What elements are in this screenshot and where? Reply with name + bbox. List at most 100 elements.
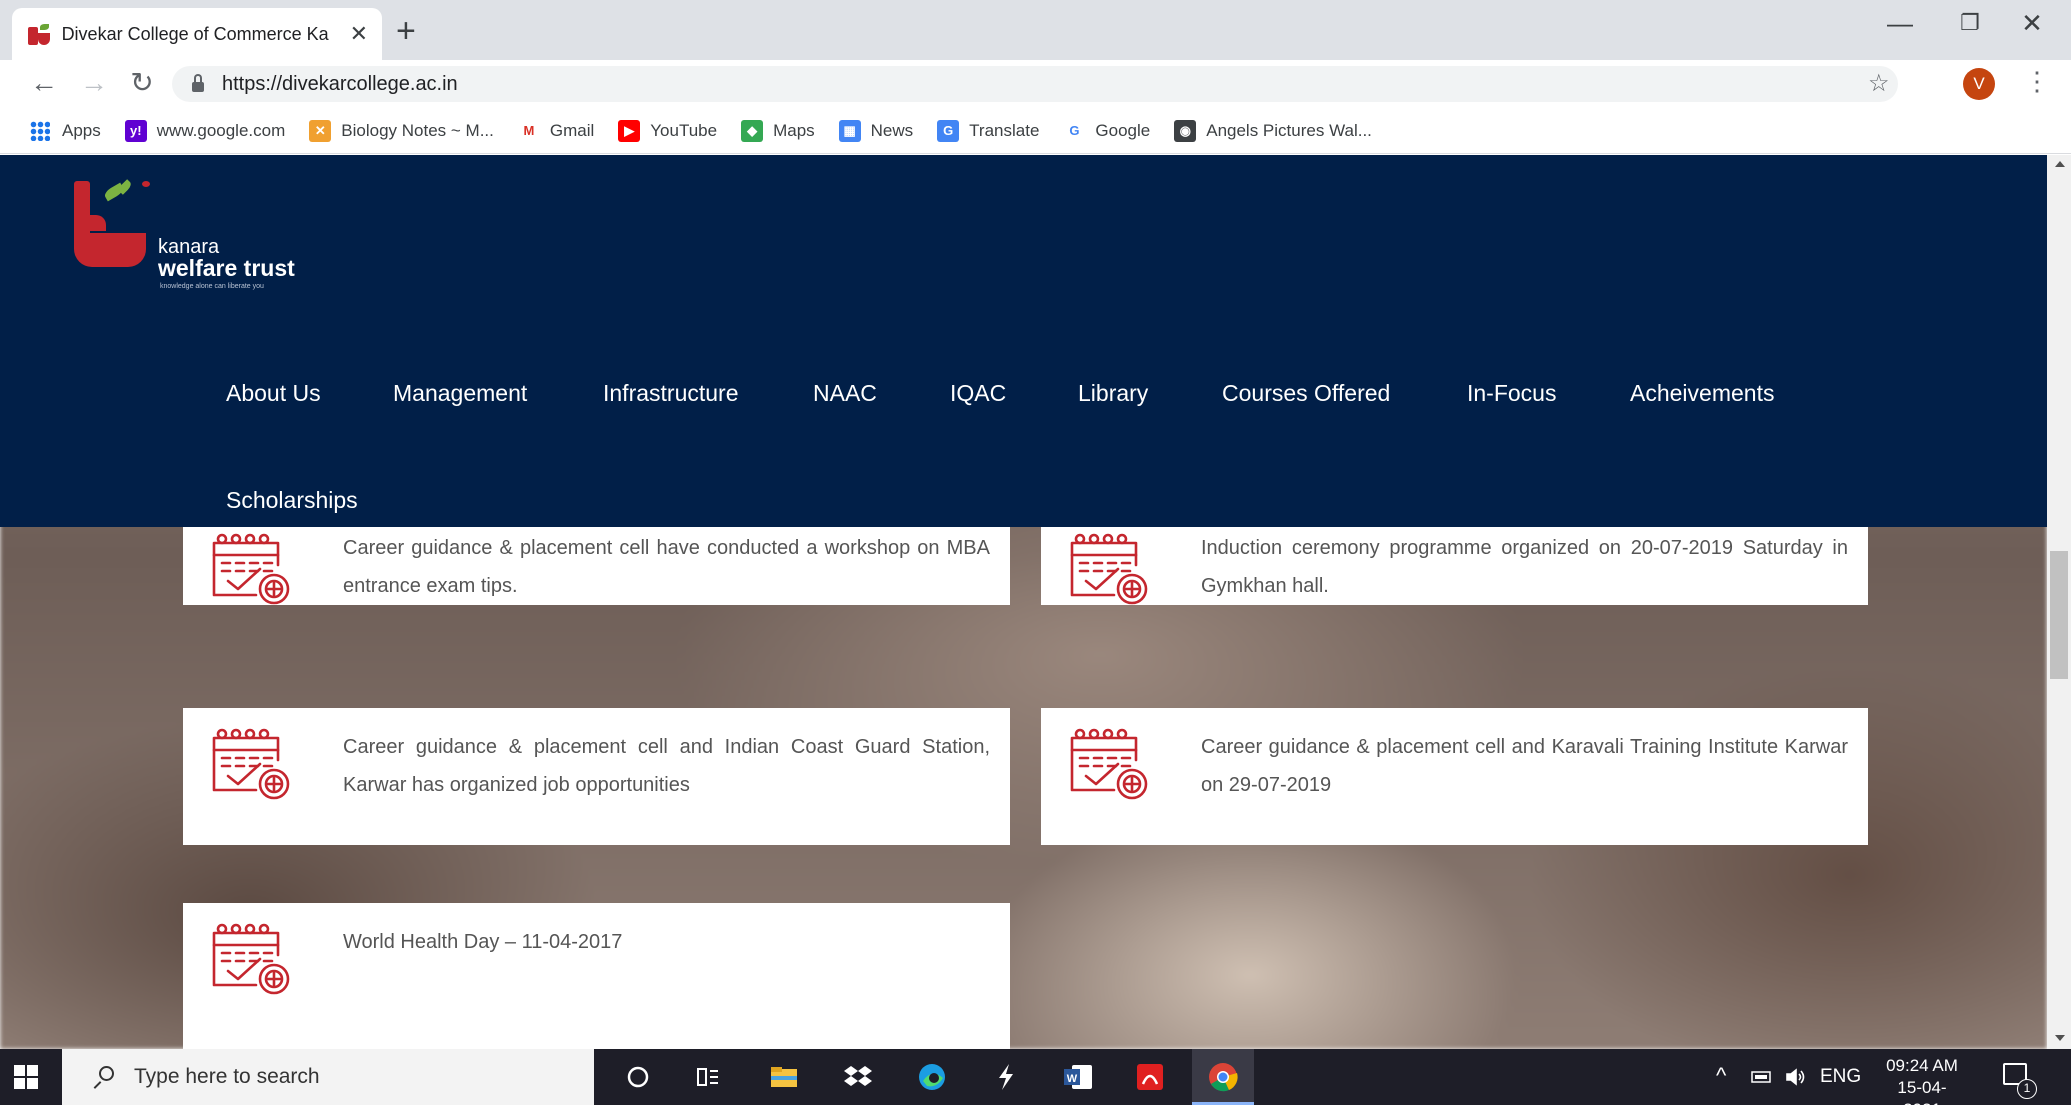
- kanara-welfare-trust-logo[interactable]: kanara welfare trust knowledge alone can…: [74, 179, 334, 291]
- svg-text:W: W: [1067, 1073, 1078, 1085]
- bookmark-item[interactable]: M Gmail: [517, 119, 594, 142]
- file-explorer-icon[interactable]: [768, 1061, 800, 1093]
- event-text: Induction ceremony programme organized o…: [1201, 537, 1848, 597]
- scroll-up-arrow-icon[interactable]: [2055, 161, 2065, 167]
- taskbar-search-placeholder: Type here to search: [134, 1065, 320, 1088]
- page-scrollbar[interactable]: [2047, 155, 2071, 1049]
- google-icon: G: [1063, 119, 1086, 142]
- clock-date: 15-04-2021: [1897, 1078, 1947, 1105]
- event-card[interactable]: Career guidance & placement cell and Kar…: [1041, 708, 1868, 845]
- browser-tab-active[interactable]: Divekar College of Commerce Ka ✕: [12, 8, 382, 60]
- nav-iqac[interactable]: IQAC: [950, 380, 1006, 407]
- edge-browser-icon[interactable]: [916, 1061, 948, 1093]
- speaker-icon[interactable]: [1780, 1061, 1812, 1093]
- chrome-icon[interactable]: [1207, 1061, 1239, 1093]
- apps-grid-icon: [30, 120, 50, 141]
- bookmark-item[interactable]: y! www.google.com: [124, 119, 286, 142]
- language-indicator[interactable]: ENG: [1820, 1066, 1861, 1088]
- taskbar-clock[interactable]: 09:24 AM 15-04-2021: [1882, 1055, 1962, 1105]
- nav-about-us[interactable]: About Us: [226, 380, 321, 407]
- nav-scholarships[interactable]: Scholarships: [226, 487, 358, 514]
- bookmark-item[interactable]: G Translate: [937, 119, 1040, 142]
- bookmark-label: Translate: [969, 120, 1040, 140]
- nav-management[interactable]: Management: [393, 380, 527, 407]
- bookmark-item[interactable]: G Google: [1063, 119, 1150, 142]
- bookmark-star-icon[interactable]: ☆: [1868, 72, 1890, 96]
- clock-time: 09:24 AM: [1886, 1056, 1958, 1075]
- lock-icon: [192, 74, 204, 92]
- windows-start-icon[interactable]: [14, 1065, 38, 1089]
- event-text: World Health Day – 11-04-2017: [343, 931, 623, 953]
- browser-tab-strip: Divekar College of Commerce Ka ✕ + — ❐ ✕: [0, 0, 2071, 60]
- tray-chevron-icon[interactable]: ^: [1716, 1063, 1726, 1089]
- calendar-icon: [212, 923, 290, 995]
- yahoo-icon: y!: [124, 119, 147, 142]
- translate-icon: G: [937, 119, 960, 142]
- profile-avatar[interactable]: V: [1963, 68, 1995, 100]
- forward-arrow-icon[interactable]: →: [76, 66, 112, 100]
- event-text: Career guidance & placement cell have co…: [343, 537, 990, 597]
- bookmark-label: www.google.com: [156, 120, 286, 140]
- maps-icon: ◆: [741, 119, 764, 142]
- calendar-icon: [212, 533, 290, 605]
- nav-courses-offered[interactable]: Courses Offered: [1222, 380, 1390, 407]
- winamp-icon[interactable]: [990, 1061, 1022, 1093]
- news-icon: ▦: [838, 119, 861, 142]
- nav-achievements[interactable]: Acheivements: [1630, 380, 1774, 407]
- bookmark-item[interactable]: Apps: [30, 120, 101, 141]
- bookmark-label: News: [870, 120, 914, 140]
- bookmark-label: Biology Notes ~ M...: [341, 120, 494, 140]
- biology-notes-icon: ✕: [309, 119, 332, 142]
- microsoft-word-icon[interactable]: W: [1062, 1061, 1094, 1093]
- event-card[interactable]: Induction ceremony programme organized o…: [1041, 527, 1868, 605]
- page-viewport: kanara welfare trust knowledge alone can…: [0, 155, 2047, 1049]
- browser-menu-icon[interactable]: ⋮: [2024, 66, 2050, 97]
- bookmark-item[interactable]: ✕ Biology Notes ~ M...: [309, 119, 494, 142]
- calendar-icon: [1070, 728, 1148, 800]
- event-text: Career guidance & placement cell and Ind…: [343, 736, 990, 796]
- nav-in-focus[interactable]: In-Focus: [1467, 380, 1556, 407]
- calendar-icon: [212, 728, 290, 800]
- scroll-down-arrow-icon[interactable]: [2055, 1035, 2065, 1041]
- event-text: Career guidance & placement cell and Kar…: [1201, 736, 1848, 796]
- event-card[interactable]: Career guidance & placement cell and Ind…: [183, 708, 1010, 845]
- back-arrow-icon[interactable]: ←: [26, 66, 62, 100]
- window-minimize-button[interactable]: —: [1880, 8, 1920, 39]
- new-tab-button[interactable]: +: [396, 14, 416, 48]
- bookmark-item[interactable]: ▦ News: [838, 119, 914, 142]
- site-header: kanara welfare trust knowledge alone can…: [0, 155, 2047, 527]
- cortana-icon[interactable]: [622, 1061, 654, 1093]
- bookmark-label: Angels Pictures Wal...: [1206, 120, 1372, 140]
- tab-title: Divekar College of Commerce Ka: [61, 23, 329, 44]
- logo-text-line2: welfare trust: [158, 255, 295, 281]
- bookmark-label: Maps: [773, 120, 815, 140]
- adobe-reader-icon[interactable]: [1134, 1061, 1166, 1093]
- window-close-button[interactable]: ✕: [2012, 8, 2052, 39]
- bookmark-item[interactable]: ◆ Maps: [741, 119, 815, 142]
- search-icon: [92, 1066, 114, 1088]
- event-card[interactable]: Career guidance & placement cell have co…: [183, 527, 1010, 605]
- address-bar[interactable]: https://divekarcollege.ac.in: [172, 66, 1898, 102]
- tab-close-icon[interactable]: ✕: [350, 21, 368, 47]
- dropbox-icon[interactable]: [842, 1061, 874, 1093]
- nav-naac[interactable]: NAAC: [813, 380, 877, 407]
- bookmarks-bar: Apps y! www.google.com ✕ Biology Notes ~ M..…: [0, 108, 2071, 154]
- task-view-icon[interactable]: [692, 1061, 724, 1093]
- battery-icon[interactable]: [1746, 1061, 1778, 1093]
- bookmark-item[interactable]: ▶ YouTube: [618, 119, 717, 142]
- gmail-icon: M: [517, 119, 540, 142]
- logo-text-line1: kanara: [158, 236, 220, 258]
- scrollbar-thumb[interactable]: [2050, 551, 2068, 679]
- event-card[interactable]: World Health Day – 11-04-2017: [183, 903, 1010, 1049]
- logo-tagline: knowledge alone can liberate you: [160, 283, 264, 290]
- reload-icon[interactable]: ↻: [124, 66, 160, 100]
- notification-count-badge: 1: [2017, 1079, 2037, 1099]
- window-maximize-button[interactable]: ❐: [1950, 10, 1990, 36]
- nav-library[interactable]: Library: [1078, 380, 1148, 407]
- nav-infrastructure[interactable]: Infrastructure: [603, 380, 739, 407]
- bookmark-item[interactable]: ◉ Angels Pictures Wal...: [1174, 119, 1372, 142]
- site-favicon-icon: [26, 21, 50, 47]
- globe-icon: ◉: [1174, 119, 1197, 142]
- taskbar-search-box[interactable]: Type here to search: [62, 1049, 594, 1105]
- calendar-icon: [1070, 533, 1148, 605]
